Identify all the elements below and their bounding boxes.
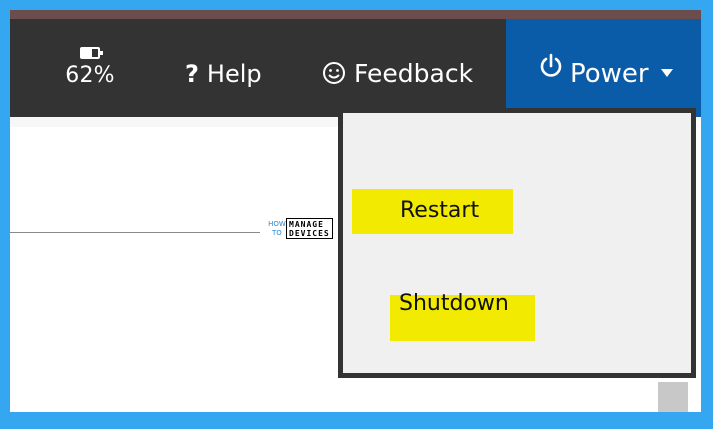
- power-menu: Restart Shutdown: [338, 108, 696, 378]
- window-top-edge: [10, 10, 701, 19]
- feedback-button[interactable]: Feedback: [322, 59, 473, 88]
- content-divider: [10, 232, 260, 233]
- power-button[interactable]: Power: [506, 19, 701, 117]
- scrollbar-thumb[interactable]: [658, 382, 688, 412]
- watermark-manage: MANAGE: [289, 220, 324, 229]
- battery-percent: 62%: [65, 63, 115, 88]
- help-label: Help: [206, 60, 262, 88]
- feedback-label: Feedback: [354, 59, 474, 88]
- watermark-box: MANAGE DEVICES: [286, 218, 333, 239]
- power-label: Power: [570, 59, 649, 89]
- menu-item-restart[interactable]: Restart: [400, 198, 479, 223]
- content-area-edge: [10, 117, 340, 127]
- watermark-how: HOW: [268, 220, 286, 228]
- question-mark-icon: ?: [185, 60, 199, 88]
- watermark-to: TO: [272, 229, 282, 237]
- power-icon: [540, 53, 562, 77]
- battery-icon: [80, 47, 103, 59]
- screenshot-frame: 62% ?Help Feedback Power HOW TO MANAGE: [10, 10, 701, 412]
- smiley-icon: [323, 62, 345, 84]
- help-button[interactable]: ? Help: [185, 60, 262, 88]
- battery-indicator: 62%: [60, 39, 120, 88]
- caret-down-icon: [661, 69, 673, 77]
- watermark-logo: HOW TO MANAGE DEVICES: [268, 217, 348, 242]
- menu-item-shutdown[interactable]: Shutdown: [399, 291, 509, 316]
- watermark-devices: DEVICES: [289, 229, 330, 238]
